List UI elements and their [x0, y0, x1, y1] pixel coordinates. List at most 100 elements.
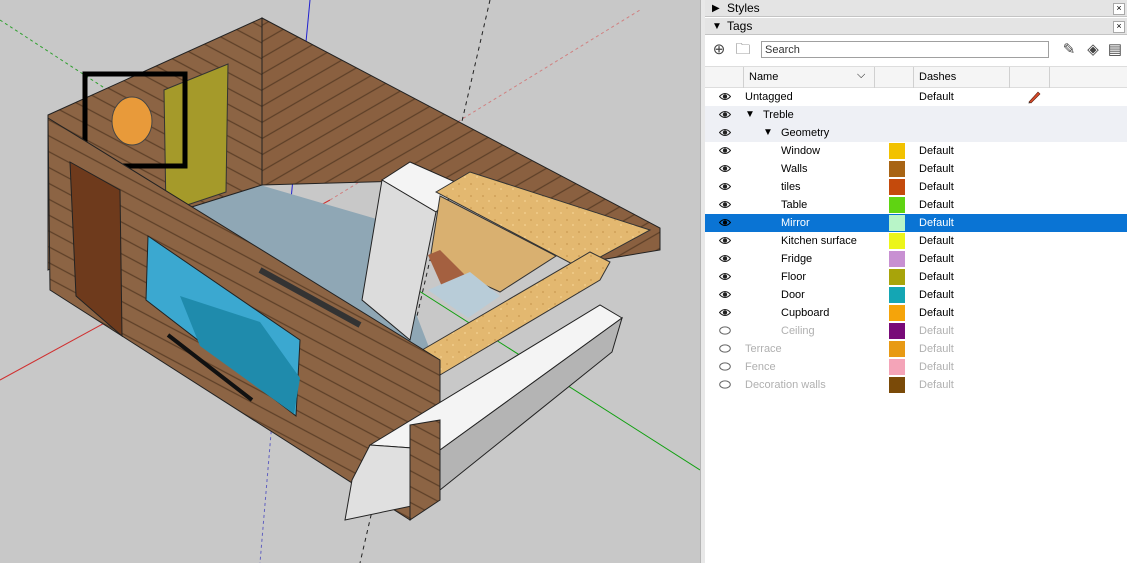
expand-arrow-icon[interactable]: ▼ — [763, 126, 773, 140]
dashes-value[interactable]: Default — [919, 162, 954, 176]
dashes-value[interactable]: Default — [919, 234, 954, 248]
tag-row[interactable]: Ceiling Default — [705, 322, 1127, 340]
dashes-value[interactable]: Default — [919, 144, 954, 158]
tag-name: tiles — [781, 181, 801, 193]
tag-row[interactable]: Door Default — [705, 286, 1127, 304]
tag-row[interactable]: Untagged Default — [705, 88, 1127, 106]
dashes-value[interactable]: Default — [919, 378, 954, 392]
dashes-value[interactable]: Default — [919, 360, 954, 374]
tag-row[interactable]: Table Default — [705, 196, 1127, 214]
tag-row[interactable]: Floor Default — [705, 268, 1127, 286]
color-swatch[interactable] — [889, 233, 905, 249]
tag-row[interactable]: Walls Default — [705, 160, 1127, 178]
eye-hidden-icon[interactable] — [719, 380, 731, 389]
color-swatch[interactable] — [889, 377, 905, 393]
tag-row[interactable]: ▼ Treble — [705, 106, 1127, 124]
tag-row[interactable]: ▼ Geometry — [705, 124, 1127, 142]
tag-name: Table — [781, 199, 808, 211]
tag-tool-icon[interactable]: ✎ — [1059, 40, 1079, 60]
tag-row[interactable]: Decoration walls Default — [705, 376, 1127, 394]
dashes-value[interactable]: Default — [919, 324, 954, 338]
dashes-value[interactable]: Default — [919, 342, 954, 356]
dashes-value[interactable]: Default — [919, 306, 954, 320]
tag-name: Ceiling — [781, 325, 815, 337]
dashes-value[interactable]: Default — [919, 90, 954, 104]
tag-row[interactable]: Kitchen surface Default — [705, 232, 1127, 250]
add-folder-icon[interactable]: 🗀 — [733, 40, 753, 60]
color-swatch[interactable] — [889, 359, 905, 375]
dashes-value[interactable]: Default — [919, 216, 954, 230]
eye-visible-icon[interactable] — [719, 290, 731, 299]
eye-visible-icon[interactable] — [719, 200, 731, 209]
tag-name: Untagged — [745, 91, 793, 103]
dashes-column-header[interactable]: Dashes — [919, 71, 956, 83]
tag-row[interactable]: Terrace Default — [705, 340, 1127, 358]
column-header: Name ⌵ Dashes — [705, 66, 1127, 88]
eye-visible-icon[interactable] — [719, 110, 731, 119]
default-tray: ▶ Styles × ▼ Tags × ⊕ 🗀 ✎ ◈ ▤ Name ⌵ Das… — [705, 0, 1127, 563]
eye-visible-icon[interactable] — [719, 272, 731, 281]
styles-tray-title: Styles — [727, 1, 760, 15]
tag-row[interactable]: Fridge Default — [705, 250, 1127, 268]
tags-tray-title: Tags — [727, 19, 753, 33]
dashes-value[interactable]: Default — [919, 252, 954, 266]
tag-name: Fridge — [781, 253, 813, 265]
tag-row[interactable]: Mirror Default — [705, 214, 1127, 232]
eye-visible-icon[interactable] — [719, 254, 731, 263]
eye-visible-icon[interactable] — [719, 92, 731, 101]
color-by-tag-icon[interactable]: ◈ — [1083, 40, 1103, 60]
eye-visible-icon[interactable] — [719, 182, 731, 191]
eye-visible-icon[interactable] — [719, 146, 731, 155]
tag-name: Decoration walls — [745, 379, 826, 391]
tag-row[interactable]: Window Default — [705, 142, 1127, 160]
collapse-arrow-icon[interactable]: ▶ — [712, 1, 720, 16]
color-swatch[interactable] — [889, 251, 905, 267]
model-viewport[interactable] — [0, 0, 700, 563]
color-swatch[interactable] — [889, 143, 905, 159]
expand-arrow-icon[interactable]: ▼ — [745, 108, 755, 122]
eye-visible-icon[interactable] — [719, 164, 731, 173]
tag-name: Geometry — [781, 127, 830, 139]
close-icon[interactable]: × — [1113, 3, 1125, 15]
dashes-value[interactable]: Default — [919, 180, 954, 194]
color-swatch[interactable] — [889, 287, 905, 303]
eye-visible-icon[interactable] — [719, 128, 731, 137]
color-swatch[interactable] — [889, 269, 905, 285]
color-swatch[interactable] — [889, 305, 905, 321]
tags-tray-header[interactable]: ▼ Tags × — [705, 18, 1127, 35]
eye-hidden-icon[interactable] — [719, 344, 731, 353]
eye-visible-icon[interactable] — [719, 218, 731, 227]
eye-visible-icon[interactable] — [719, 308, 731, 317]
details-icon[interactable]: ▤ — [1105, 40, 1125, 60]
color-swatch[interactable] — [889, 215, 905, 231]
color-swatch[interactable] — [889, 341, 905, 357]
sort-chevron-icon[interactable]: ⌵ — [857, 69, 865, 82]
add-tag-icon[interactable]: ⊕ — [709, 40, 729, 60]
tags-toolbar: ⊕ 🗀 ✎ ◈ ▤ — [705, 36, 1127, 64]
color-swatch[interactable] — [889, 323, 905, 339]
styles-tray-header[interactable]: ▶ Styles × — [705, 0, 1127, 17]
tag-name: Door — [781, 289, 805, 301]
tag-list: Untagged Default ▼ Treble ▼ Geometry Window Def… — [705, 88, 1127, 394]
eye-hidden-icon[interactable] — [719, 362, 731, 371]
dashes-value[interactable]: Default — [919, 288, 954, 302]
tag-name: Window — [781, 145, 821, 157]
name-column-header[interactable]: Name — [749, 71, 778, 83]
tag-row[interactable]: Cupboard Default — [705, 304, 1127, 322]
expand-arrow-icon[interactable]: ▼ — [712, 19, 722, 34]
eye-visible-icon[interactable] — [719, 236, 731, 245]
tag-name: Mirror — [781, 217, 810, 229]
active-tag-pencil-icon[interactable] — [1026, 89, 1042, 105]
tag-name: Fence — [745, 361, 776, 373]
color-swatch[interactable] — [889, 161, 905, 177]
tag-row[interactable]: tiles Default — [705, 178, 1127, 196]
color-swatch[interactable] — [889, 197, 905, 213]
dashes-value[interactable]: Default — [919, 270, 954, 284]
tag-row[interactable]: Fence Default — [705, 358, 1127, 376]
color-swatch[interactable] — [889, 179, 905, 195]
eye-hidden-icon[interactable] — [719, 326, 731, 335]
close-icon[interactable]: × — [1113, 21, 1125, 33]
dashes-value[interactable]: Default — [919, 198, 954, 212]
round-window — [111, 96, 153, 146]
search-input[interactable] — [761, 41, 1049, 58]
